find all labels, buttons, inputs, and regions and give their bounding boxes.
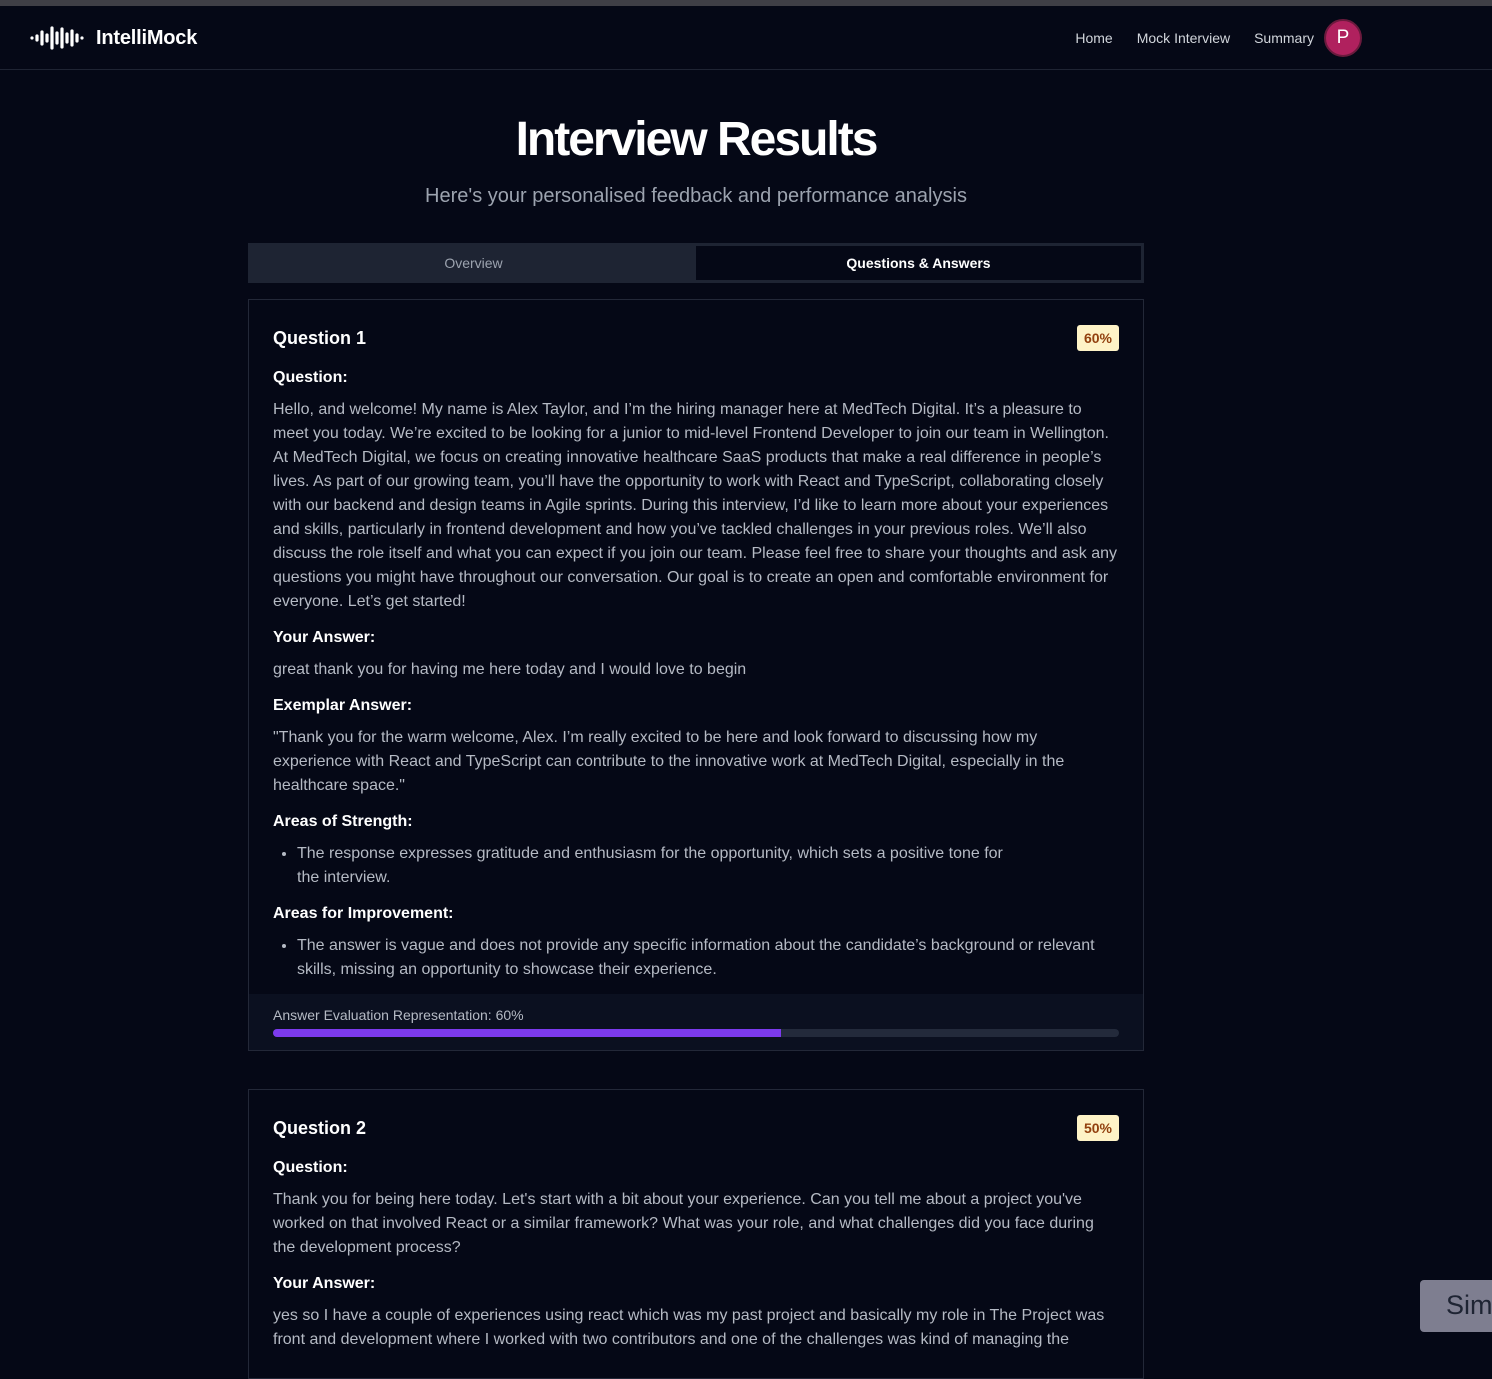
question-text: Thank you for being here today. Let's st… <box>273 1191 1094 1256</box>
strengths-label: Areas of Strength: <box>273 813 413 830</box>
top-navbar: IntelliMock Home Mock Interview Summary … <box>0 6 1492 70</box>
exemplar-answer-text: "Thank you for the warm welcome, Alex. I… <box>273 729 1065 794</box>
your-answer-label: Your Answer: <box>273 1275 376 1292</box>
brand-name: IntelliMock <box>96 26 198 49</box>
evaluation-label: Answer Evaluation Representation: 60% <box>273 1007 524 1023</box>
your-answer-text: great thank you for having me here today… <box>273 661 747 678</box>
question-label: Question: <box>273 1159 348 1176</box>
improvements-label: Areas for Improvement: <box>273 905 454 922</box>
question-text: Hello, and welcome! My name is Alex Tayl… <box>273 401 1118 610</box>
question-card: Question 1 60% Question: Hello, and welc… <box>248 299 1144 1051</box>
nav-links: Home Mock Interview Summary P <box>1075 19 1362 57</box>
exemplar-answer-label: Exemplar Answer: <box>273 697 413 714</box>
answer-evaluation: Answer Evaluation Representation: 60% <box>249 994 1143 1050</box>
evaluation-progress-bar <box>273 1029 1119 1037</box>
score-badge: 50% <box>1076 1115 1119 1141</box>
page-title: Interview Results <box>515 113 879 166</box>
question-label: Question: <box>273 369 348 386</box>
waveform-logo-icon <box>30 24 86 52</box>
tab-questions-answers[interactable]: Questions & Answers <box>696 246 1141 280</box>
strengths-list: The response expresses gratitude and ent… <box>273 842 1119 890</box>
strength-item: The response expresses gratitude and ent… <box>297 842 1119 890</box>
results-tabs: Overview Questions & Answers <box>248 243 1144 283</box>
improvements-list: The answer is vague and does not provide… <box>273 934 1119 982</box>
page-subtitle: Here's your personalised feedback and pe… <box>425 185 967 207</box>
question-title: Question 1 <box>273 327 367 348</box>
evaluation-progress-fill <box>273 1029 781 1037</box>
question-card: Question 2 50% Question: Thank you for b… <box>248 1089 1144 1379</box>
nav-link-summary[interactable]: Summary <box>1254 30 1314 46</box>
score-badge: 60% <box>1076 325 1119 351</box>
brand[interactable]: IntelliMock <box>30 24 197 52</box>
nav-link-mock-interview[interactable]: Mock Interview <box>1137 30 1230 46</box>
tab-overview[interactable]: Overview <box>251 246 696 280</box>
question-title: Question 2 <box>273 1117 367 1138</box>
your-answer-text: yes so I have a couple of experiences us… <box>273 1307 1105 1348</box>
improvement-item: The answer is vague and does not provide… <box>297 934 1119 982</box>
floating-sim-button[interactable]: Sim <box>1420 1280 1492 1332</box>
user-avatar[interactable]: P <box>1324 19 1362 57</box>
your-answer-label: Your Answer: <box>273 629 376 646</box>
nav-link-home[interactable]: Home <box>1075 30 1112 46</box>
